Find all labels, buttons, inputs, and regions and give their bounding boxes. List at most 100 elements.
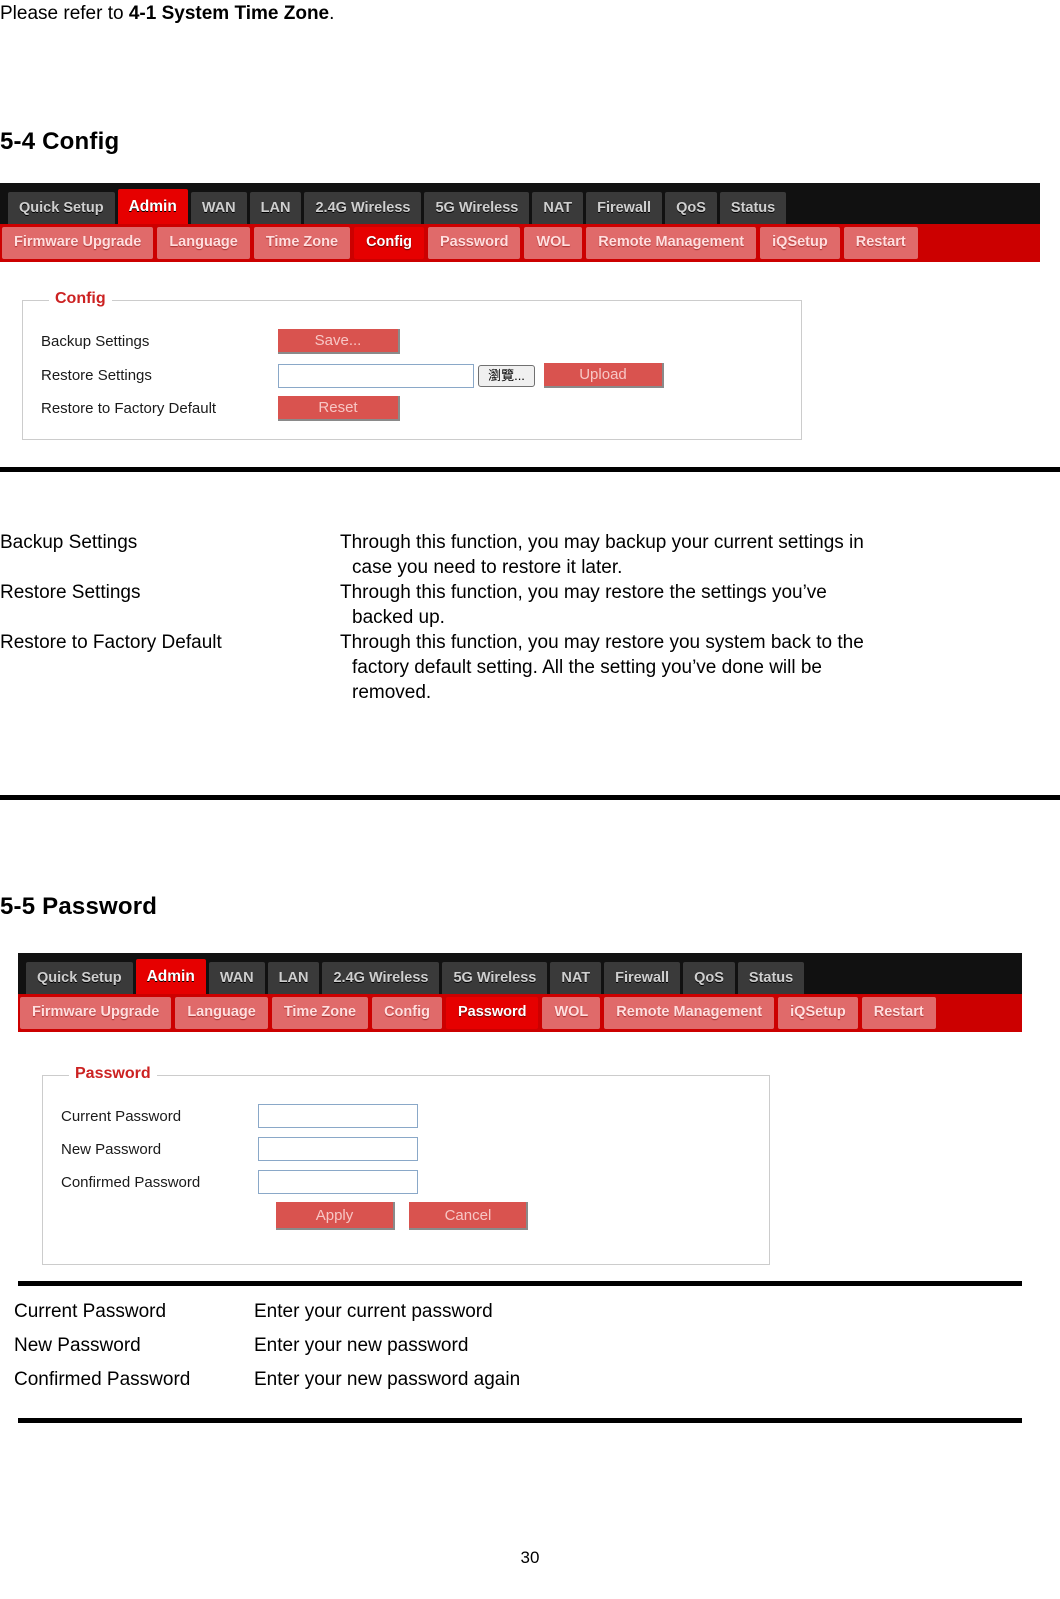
password-nav-subtab-config[interactable]: Config <box>372 997 442 1029</box>
config-description-line: backed up. <box>352 607 445 628</box>
config-nav-tab-lan[interactable]: LAN <box>249 192 302 224</box>
config-description-term: Backup Settings <box>0 532 138 553</box>
save-button[interactable]: Save... <box>278 329 400 354</box>
password-nav-tab-firewall[interactable]: Firewall <box>604 962 681 994</box>
password-nav-tab-5g-wireless[interactable]: 5G Wireless <box>442 962 548 994</box>
password-description-definition: Enter your new password <box>254 1335 469 1356</box>
password-nav-subtab-time-zone[interactable]: Time Zone <box>271 997 369 1029</box>
config-descriptions: Backup Settings Through this function, yo… <box>0 530 1060 705</box>
config-nav-tab-wan[interactable]: WAN <box>190 192 247 224</box>
password-description-term: Confirmed Password <box>14 1369 191 1390</box>
password-actions: Apply Cancel <box>276 1202 529 1230</box>
password-nav-subtab-wol[interactable]: WOL <box>542 997 601 1029</box>
config-nav-subtab-config[interactable]: Config <box>354 227 424 259</box>
config-nav-top: Quick Setup Admin WAN LAN 2.4G Wireless 5G Wi… <box>0 183 1040 224</box>
password-desc-top-rule <box>18 1281 1022 1286</box>
config-description-row: Restore Settings Through this function, y… <box>0 580 1060 630</box>
config-nav-subtab-time-zone[interactable]: Time Zone <box>253 227 351 259</box>
config-nav-tab-firewall[interactable]: Firewall <box>586 192 663 224</box>
config-description-definition: Through this function, you may restore t… <box>340 580 827 630</box>
password-field-row: Current Password <box>61 1104 418 1128</box>
backup-settings-label: Backup Settings <box>41 333 150 350</box>
password-nav-tab-lan[interactable]: LAN <box>267 962 320 994</box>
apply-button[interactable]: Apply <box>276 1202 395 1230</box>
intro-paragraph: Please refer to 4-1 System Time Zone. <box>0 2 1060 26</box>
config-nav-subtab-iqsetup[interactable]: iQSetup <box>760 227 840 259</box>
password-nav-subtab-password[interactable]: Password <box>445 997 539 1029</box>
config-nav-tab-admin[interactable]: Admin <box>117 189 188 224</box>
intro-text-prefix: Please refer to <box>0 3 129 24</box>
factory-default-row: Restore to Factory Default Reset <box>41 396 400 421</box>
password-input-new-password[interactable] <box>258 1137 418 1161</box>
password-nav-tab-quick-setup[interactable]: Quick Setup <box>26 962 133 994</box>
config-nav-subtab-remote-management[interactable]: Remote Management <box>586 227 757 259</box>
password-input-confirmed-password[interactable] <box>258 1170 418 1194</box>
config-description-definition: Through this function, you may backup yo… <box>340 530 864 580</box>
password-description-term: Current Password <box>14 1301 167 1322</box>
config-nav-tab-qos[interactable]: QoS <box>665 192 717 224</box>
password-description-term: New Password <box>14 1335 141 1356</box>
password-nav-tab-nat[interactable]: NAT <box>550 962 602 994</box>
password-descriptions: Current Password Enter your current passw… <box>14 1295 1060 1397</box>
router-ui-password: Quick Setup Admin WAN LAN 2.4G Wireless 5G Wi… <box>18 953 1022 1032</box>
config-description-definition: Through this function, you may restore y… <box>340 630 864 705</box>
password-description-definition: Enter your new password again <box>254 1369 521 1390</box>
config-nav-subtab-password[interactable]: Password <box>427 227 521 259</box>
config-panel-legend: Config <box>49 290 112 308</box>
config-nav-tab-nat[interactable]: NAT <box>532 192 584 224</box>
config-description-row: Restore to Factory Default Through this f… <box>0 630 1060 705</box>
password-nav-subtab-remote-management[interactable]: Remote Management <box>604 997 775 1029</box>
config-description-term: Restore to Factory Default <box>0 632 222 653</box>
section-heading-password: 5-5 Password <box>0 893 158 920</box>
config-nav-subtab-firmware-upgrade[interactable]: Firmware Upgrade <box>2 227 154 259</box>
config-description-line: case you need to restore it later. <box>352 557 623 578</box>
password-nav-tab-2-4g-wireless[interactable]: 2.4G Wireless <box>322 962 440 994</box>
config-description-line: Through this function, you may restore y… <box>340 632 864 653</box>
password-description-row: New Password Enter your new password <box>14 1329 1060 1363</box>
restore-settings-row: Restore Settings 瀏覽... Upload <box>41 363 664 388</box>
browse-button[interactable]: 瀏覽... <box>478 364 535 387</box>
password-nav-subtab-firmware-upgrade[interactable]: Firmware Upgrade <box>20 997 172 1029</box>
config-nav-subtab-restart[interactable]: Restart <box>843 227 918 259</box>
backup-settings-row: Backup Settings Save... <box>41 329 400 354</box>
config-nav-tab-status[interactable]: Status <box>719 192 787 224</box>
password-nav-tab-wan[interactable]: WAN <box>208 962 265 994</box>
config-description-line: factory default setting. All the setting… <box>352 657 822 678</box>
password-description-definition: Enter your current password <box>254 1301 493 1322</box>
config-desc-bottom-rule <box>0 795 1060 800</box>
restore-settings-label: Restore Settings <box>41 367 152 384</box>
page-number: 30 <box>520 1548 540 1567</box>
section-heading-config: 5-4 Config <box>0 128 120 155</box>
config-description-line: Through this function, you may restore t… <box>340 582 827 603</box>
password-nav-subtab-iqsetup[interactable]: iQSetup <box>778 997 858 1029</box>
factory-default-label: Restore to Factory Default <box>41 400 217 417</box>
config-nav-subtab-language[interactable]: Language <box>157 227 250 259</box>
password-nav-tab-qos[interactable]: QoS <box>683 962 735 994</box>
config-nav-subtab-wol[interactable]: WOL <box>524 227 583 259</box>
config-description-row: Backup Settings Through this function, yo… <box>0 530 1060 580</box>
config-nav-tab-2-4g-wireless[interactable]: 2.4G Wireless <box>304 192 422 224</box>
password-description-row: Confirmed Password Enter your new passwor… <box>14 1363 1060 1397</box>
config-description-term: Restore Settings <box>0 582 141 603</box>
upload-button[interactable]: Upload <box>544 363 664 388</box>
router-ui-config: Quick Setup Admin WAN LAN 2.4G Wireless 5G Wi… <box>0 183 1040 262</box>
config-desc-top-rule <box>0 467 1060 472</box>
password-nav-tab-admin[interactable]: Admin <box>135 959 206 994</box>
password-field-label: Confirmed Password <box>61 1173 201 1191</box>
password-input-current-password[interactable] <box>258 1104 418 1128</box>
config-nav-tab-5g-wireless[interactable]: 5G Wireless <box>424 192 530 224</box>
cancel-button[interactable]: Cancel <box>409 1202 529 1230</box>
restore-file-input[interactable] <box>278 363 474 388</box>
password-fields: Current Password New Password Confirmed Pa… <box>61 1104 418 1203</box>
password-description-row: Current Password Enter your current passw… <box>14 1295 1060 1329</box>
password-nav-subtab-restart[interactable]: Restart <box>861 997 936 1029</box>
config-nav-sub: Firmware Upgrade Language Time Zone Config P… <box>0 224 1040 262</box>
password-nav-subtab-language[interactable]: Language <box>175 997 268 1029</box>
password-nav-tab-status[interactable]: Status <box>737 962 805 994</box>
config-nav-tab-quick-setup[interactable]: Quick Setup <box>8 192 115 224</box>
password-field-label: Current Password <box>61 1107 182 1125</box>
reset-button[interactable]: Reset <box>278 396 400 421</box>
config-description-line: removed. <box>352 682 432 703</box>
password-desc-bottom-rule <box>18 1418 1022 1423</box>
password-panel: Password Current Password New Password Con… <box>42 1065 770 1265</box>
